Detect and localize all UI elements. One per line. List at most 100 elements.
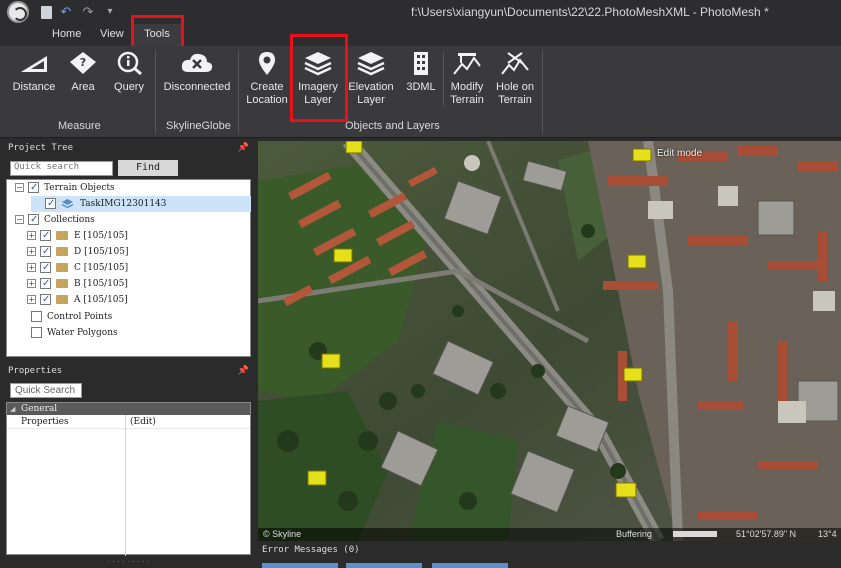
- folder-icon: [56, 263, 68, 272]
- modify-terrain-button[interactable]: Modify Terrain: [446, 50, 488, 107]
- folder-icon: [56, 247, 68, 256]
- collapse-toggle-icon[interactable]: −: [15, 183, 24, 192]
- expand-toggle-icon[interactable]: +: [27, 295, 36, 304]
- property-name: Properties: [21, 417, 69, 427]
- tree-item-collection-a[interactable]: + A [105/105]: [27, 292, 128, 308]
- pin-icon[interactable]: 📌: [238, 364, 249, 378]
- save-icon[interactable]: [41, 5, 52, 19]
- edit-mode-label: Edit mode: [657, 148, 703, 159]
- modify-terrain-icon: [453, 53, 481, 75]
- tree-checkbox[interactable]: [28, 212, 39, 228]
- customize-quick-access-icon[interactable]: ▾: [102, 4, 118, 20]
- find-button[interactable]: Find: [118, 160, 178, 176]
- elevation-layer-button[interactable]: Elevation Layer: [346, 50, 396, 107]
- 3dml-building-icon: [414, 52, 428, 75]
- imagery-layers-icon: [304, 52, 332, 76]
- ruler-triangle-icon: [21, 56, 47, 72]
- map-viewport[interactable]: [258, 141, 841, 541]
- properties-category-general[interactable]: General: [7, 403, 250, 415]
- property-value[interactable]: (Edit): [130, 415, 156, 429]
- imagery-layer-button[interactable]: Imagery Layer: [294, 50, 342, 107]
- project-tree-title: Project Tree: [8, 143, 74, 153]
- tree-item-terrain-objects[interactable]: − Terrain Objects: [15, 180, 115, 196]
- error-pane-tab[interactable]: [262, 563, 338, 568]
- ribbon-separator: [542, 50, 543, 134]
- tab-tools[interactable]: Tools: [131, 24, 183, 46]
- folder-icon: [56, 279, 68, 288]
- location-pin-icon: [259, 52, 275, 75]
- window-title: f:\Users\xiangyun\Documents\22\22.PhotoM…: [411, 5, 769, 19]
- tree-item-taskimg[interactable]: TaskIMG12301143: [31, 196, 251, 212]
- modify-terrain-label-line1: Modify: [450, 81, 484, 93]
- cloud-disconnected-icon: [181, 53, 213, 72]
- tree-checkbox[interactable]: [31, 311, 42, 322]
- elevation-layers-icon: [357, 52, 385, 76]
- tree-checkbox[interactable]: [40, 244, 51, 260]
- tree-checkbox[interactable]: [40, 276, 51, 292]
- properties-grid: General Properties (Edit): [6, 402, 251, 556]
- project-tree: − Terrain Objects TaskIMG12301143 − Collec…: [6, 179, 251, 357]
- tree-item-collection-b[interactable]: + B [105/105]: [27, 276, 128, 292]
- tree-checkbox[interactable]: [45, 196, 56, 212]
- folder-icon: [56, 295, 68, 304]
- imagery-layer-label-line1: Imagery: [298, 81, 338, 93]
- hole-on-terrain-button[interactable]: Hole on Terrain: [492, 50, 538, 107]
- expand-toggle-icon[interactable]: +: [27, 247, 36, 256]
- area-button[interactable]: ? Area: [64, 50, 102, 94]
- hole-on-terrain-label-line1: Hole on: [496, 81, 534, 93]
- property-row[interactable]: Properties (Edit): [7, 415, 250, 429]
- tree-checkbox[interactable]: [28, 180, 39, 196]
- tree-checkbox[interactable]: [31, 327, 42, 338]
- project-tree-search-input[interactable]: Quick search: [10, 161, 113, 176]
- elevation-layer-label-line2: Layer: [357, 94, 385, 106]
- pin-icon[interactable]: 📌: [238, 141, 249, 155]
- copyright-label: © Skyline: [263, 529, 302, 539]
- svg-text:?: ?: [80, 56, 86, 69]
- expand-toggle-icon[interactable]: +: [27, 231, 36, 240]
- create-location-label-line2: Location: [246, 94, 288, 106]
- create-location-button[interactable]: Create Location: [243, 50, 291, 107]
- expand-toggle-icon[interactable]: +: [27, 263, 36, 272]
- tree-item-collections[interactable]: − Collections: [15, 212, 95, 228]
- project-tree-header: Project Tree 📌: [4, 141, 254, 155]
- tree-item-label: Collections: [44, 215, 95, 225]
- collapse-toggle-icon[interactable]: −: [15, 215, 24, 224]
- hole-on-terrain-label-line2: Terrain: [498, 94, 532, 106]
- tree-item-collection-d[interactable]: + D [105/105]: [27, 244, 129, 260]
- error-messages-pane: Error Messages (0): [258, 542, 841, 568]
- error-pane-tab[interactable]: [346, 563, 422, 568]
- 3dml-button[interactable]: 3DML: [402, 50, 440, 94]
- app-logo-icon[interactable]: [7, 1, 29, 23]
- ribbon-separator: [238, 50, 239, 134]
- tree-checkbox[interactable]: [40, 292, 51, 308]
- error-messages-label[interactable]: Error Messages (0): [262, 545, 360, 555]
- tree-item-collection-c[interactable]: + C [105/105]: [27, 260, 128, 276]
- buffering-progress-bar: [673, 531, 717, 537]
- tree-checkbox[interactable]: [40, 260, 51, 276]
- tree-item-label: Terrain Objects: [44, 183, 115, 193]
- error-pane-tab[interactable]: [432, 563, 508, 568]
- ribbon-tab-bar: Home View Tools: [0, 24, 841, 46]
- query-button[interactable]: Query: [108, 50, 150, 94]
- undo-icon[interactable]: ↶: [58, 4, 74, 20]
- modify-terrain-label-line2: Terrain: [450, 94, 484, 106]
- layer-icon: [61, 199, 74, 209]
- disconnected-button[interactable]: Disconnected: [160, 50, 234, 94]
- query-label: Query: [114, 81, 144, 93]
- tree-item-water-polygons[interactable]: Water Polygons: [31, 325, 118, 341]
- imagery-layer-label-line2: Layer: [304, 94, 332, 106]
- folder-icon: [56, 231, 68, 240]
- tree-checkbox[interactable]: [40, 228, 51, 244]
- tree-item-label: B [105/105]: [74, 279, 128, 289]
- properties-search-input[interactable]: Quick Search: [10, 383, 82, 398]
- tab-home[interactable]: Home: [52, 28, 81, 40]
- redo-icon[interactable]: ↷: [80, 4, 96, 20]
- tab-view[interactable]: View: [100, 28, 124, 40]
- distance-button[interactable]: Distance: [8, 50, 60, 94]
- tree-item-collection-e[interactable]: + E [105/105]: [27, 228, 128, 244]
- tree-item-control-points[interactable]: Control Points: [31, 309, 112, 325]
- distance-label: Distance: [12, 81, 56, 93]
- pane-resize-grip[interactable]: · · · · · · · · ·: [6, 557, 251, 566]
- group-label-skylineglobe: SkylineGlobe: [166, 120, 231, 132]
- expand-toggle-icon[interactable]: +: [27, 279, 36, 288]
